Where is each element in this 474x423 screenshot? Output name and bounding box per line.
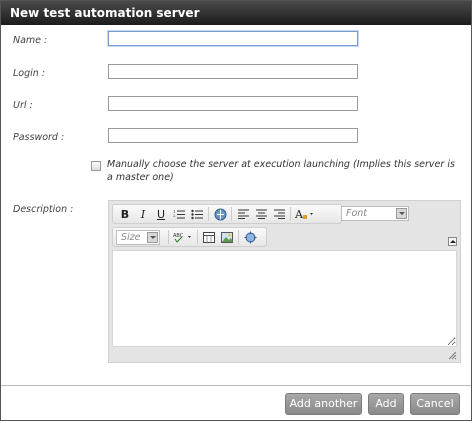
login-input[interactable] [108, 64, 358, 79]
size-combo-label: Size [121, 231, 141, 243]
svg-text:2: 2 [173, 213, 176, 218]
formatting-toolbar: B I U 12 A [112, 204, 342, 224]
new-server-dialog: New test automation server Name : Login … [0, 0, 472, 421]
add-button[interactable]: Add [368, 393, 404, 415]
url-label: Url : [13, 100, 33, 111]
resize-handle-icon[interactable] [447, 350, 457, 360]
align-right-icon[interactable] [271, 206, 287, 222]
spellcheck-icon[interactable]: ABC [172, 229, 194, 245]
name-input[interactable] [108, 31, 358, 46]
footer-divider [1, 385, 471, 386]
ordered-list-icon[interactable]: 12 [171, 206, 187, 222]
font-combo[interactable]: Font [341, 206, 409, 221]
cancel-button[interactable]: Cancel [410, 393, 460, 415]
url-input[interactable] [108, 96, 358, 111]
chevron-down-icon [396, 208, 407, 219]
description-label: Description : [13, 204, 74, 215]
bulleted-list-icon[interactable] [189, 206, 205, 222]
svg-text:A: A [295, 208, 304, 220]
secondary-toolbar: Size ABC [112, 227, 267, 247]
collapse-toolbar-icon[interactable] [448, 237, 457, 246]
bold-icon[interactable]: B [117, 206, 133, 222]
manual-choice-checkbox[interactable] [91, 161, 101, 171]
description-textarea[interactable] [112, 250, 457, 347]
password-label: Password : [13, 132, 65, 143]
manual-choice-label: Manually choose the server at execution … [107, 159, 455, 183]
underline-icon[interactable]: U [153, 206, 169, 222]
dialog-title: New test automation server [1, 1, 471, 25]
maximize-icon[interactable] [242, 229, 258, 245]
link-icon[interactable] [212, 206, 228, 222]
align-left-icon[interactable] [235, 206, 251, 222]
size-combo[interactable]: Size [116, 229, 160, 245]
password-input[interactable] [108, 128, 358, 143]
chevron-down-icon [147, 231, 158, 243]
table-icon[interactable] [201, 229, 217, 245]
add-another-button[interactable]: Add another [285, 393, 362, 415]
align-center-icon[interactable] [253, 206, 269, 222]
svg-text:ABC: ABC [173, 233, 184, 239]
italic-icon[interactable]: I [135, 206, 151, 222]
name-label: Name : [13, 35, 48, 46]
image-icon[interactable] [219, 229, 235, 245]
rich-text-editor: B I U 12 A Font Size ABC [108, 200, 461, 363]
login-label: Login : [13, 68, 46, 79]
font-combo-label: Font [346, 208, 368, 219]
text-color-icon[interactable]: A [294, 206, 316, 222]
